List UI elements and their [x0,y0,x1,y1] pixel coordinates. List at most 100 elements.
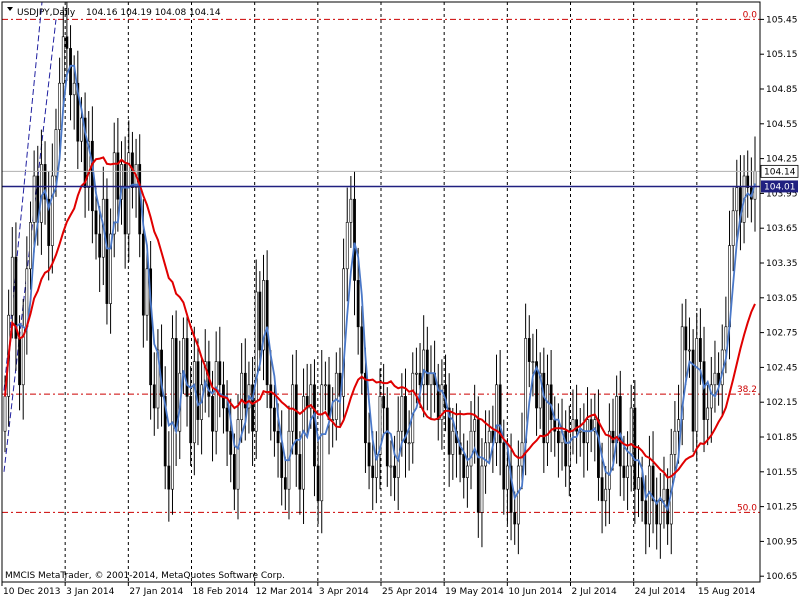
candle-body [713,372,717,386]
candle-body [3,396,7,432]
fib-level-label: 0.0 [743,10,758,20]
candle-body [18,338,21,386]
candle-body [298,454,302,490]
y-tick-label: 102.75 [766,329,798,339]
candle-body [516,465,520,525]
candle-body [105,198,109,304]
candle-body [232,454,236,490]
candle-body [323,384,327,387]
fib-level-label: 50.0 [737,503,757,513]
candle-body [487,430,491,444]
candle-body [320,384,324,502]
candle-body [349,198,353,223]
candle-body [415,372,418,375]
candle-body [385,407,389,467]
fib-level-label: 38.2 [737,385,757,395]
candle-body [407,442,411,445]
candle-body [345,222,349,270]
x-tick-label: 18 Feb 2014 [193,587,249,597]
candle-body [382,396,386,409]
candle-body [604,488,608,502]
x-tick-label: 19 May 2014 [445,587,504,597]
candle-body [356,280,360,328]
candle-body [527,338,531,362]
candle-body [542,372,546,444]
candle-body [185,338,189,397]
x-tick-label: 10 Jun 2014 [508,587,562,597]
candle-body [214,361,218,432]
y-tick-label: 101.25 [766,503,798,513]
candle-body [644,500,648,525]
candle-body [171,338,174,490]
candle-body [465,465,469,478]
x-tick-label: 12 Mar 2014 [256,587,313,597]
symbol-label: USDJPY,Daily [17,8,76,18]
candle-body [473,419,477,432]
candle-body [294,384,298,455]
level-price-label: 104.01 [764,182,796,192]
candle-body [10,256,14,316]
candle-body [334,372,338,420]
candle-body [411,372,415,444]
y-tick-label: 103.65 [766,224,798,234]
candle-body [615,396,619,444]
candle-body [597,419,600,478]
candle-body [54,129,58,177]
y-tick-label: 100.95 [766,537,798,547]
candle-body [684,326,688,351]
candle-body [662,488,666,502]
candle-body [633,407,637,490]
candle-body [611,430,615,444]
candle-body [65,36,69,49]
copyright-text: MMCIS MetaTrader, © 2001-2014, MetaQuote… [5,571,285,581]
candle-body [400,396,404,432]
candle-body [167,465,171,490]
x-tick-label: 25 Apr 2014 [382,587,438,597]
candle-body [189,396,193,444]
candle-body [360,326,364,374]
candle-body [141,233,145,316]
candle-body [531,361,535,363]
chart-header: USDJPY,Daily 104.16 104.19 104.08 104.14 [7,7,221,18]
candle-body [658,500,662,525]
candle-body [353,198,356,281]
x-tick-label: 24 Jul 2014 [635,587,686,597]
y-tick-label: 102.45 [766,363,798,373]
candle-body [371,465,375,478]
x-tick-label: 3 Jan 2014 [66,587,114,597]
candle-body [673,430,677,455]
candle-body [61,36,65,84]
candle-body [389,465,393,468]
candle-body [480,465,484,513]
candle-body [123,164,127,235]
candle-body [283,477,287,490]
candle-body [58,82,62,130]
candle-body [236,419,240,490]
candle-body [94,210,98,235]
candle-body [429,372,433,386]
candle-body [98,233,102,258]
candle-body [269,384,273,409]
candle-body [116,152,120,200]
candle-body [476,419,480,513]
x-tick-label: 15 Aug 2014 [698,587,756,597]
candle-body [218,361,222,386]
y-tick-label: 104.25 [766,155,798,165]
candle-body [258,291,262,351]
x-tick-label: 10 Dec 2013 [3,587,61,597]
y-tick-label: 103.35 [766,259,798,269]
y-tick-label: 104.55 [766,120,798,130]
y-tick-label: 103.05 [766,294,798,304]
candle-body [600,477,604,502]
candle-body [702,361,706,420]
candle-body [425,349,429,386]
candle-body [582,430,586,444]
x-tick-label: 27 Jan 2014 [129,587,183,597]
y-tick-label: 100.65 [766,572,798,582]
candle-body [32,175,36,223]
candle-body [688,349,691,352]
candle-body [549,384,553,420]
candle-body [484,442,487,467]
y-tick-label: 105.45 [766,15,798,25]
chart-window[interactable]: 0.0 38.2 50.0 10 Dec 2013 3 Jan 2014 27 Jan … [0,0,800,600]
